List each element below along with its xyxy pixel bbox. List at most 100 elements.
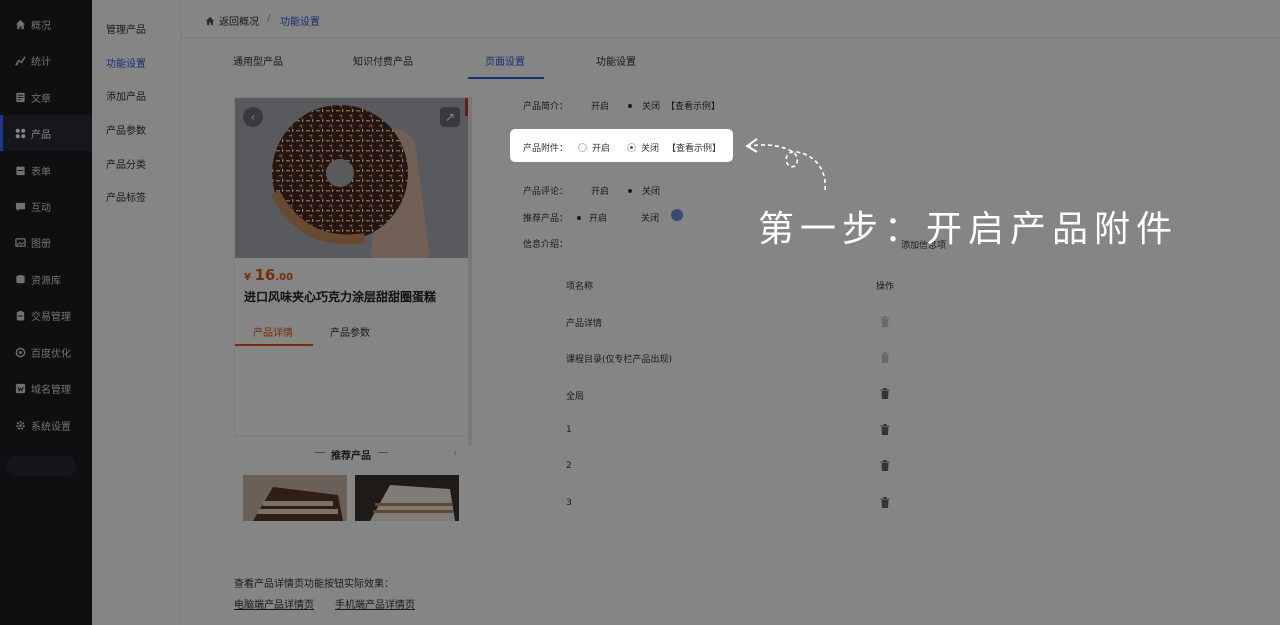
review-off-option[interactable]: 关闭 bbox=[628, 184, 660, 197]
sidebar-collapse-handle[interactable] bbox=[6, 456, 76, 476]
sidebar-item-overview[interactable]: 概况 bbox=[0, 6, 92, 42]
preview-tab-details[interactable]: 产品详情 bbox=[253, 324, 293, 339]
price-integer: 16 bbox=[254, 266, 276, 284]
preview-scrollbar[interactable] bbox=[468, 97, 472, 445]
sidebar-item-products[interactable]: 产品 bbox=[0, 115, 92, 151]
table-row: 全局 bbox=[566, 392, 585, 402]
price-currency: ¥ bbox=[244, 272, 251, 283]
breadcrumb: 返回概况 / 功能设置 bbox=[181, 0, 1280, 38]
sidebar-item-gallery[interactable]: 图册 bbox=[0, 224, 92, 260]
option-label: 关闭 bbox=[642, 187, 661, 197]
form-icon bbox=[14, 164, 26, 176]
preview-tab-params[interactable]: 产品参数 bbox=[330, 324, 370, 339]
trash-icon[interactable] bbox=[880, 388, 890, 399]
recommend-settings-icon[interactable] bbox=[671, 209, 683, 221]
divider bbox=[315, 452, 325, 453]
table-row: 产品详情 bbox=[566, 319, 603, 329]
tab-knowledge-product[interactable]: 知识付费产品 bbox=[353, 53, 413, 68]
option-label: 开启 bbox=[592, 144, 611, 154]
image-icon bbox=[14, 236, 26, 248]
attachment-on-option[interactable]: 开启 bbox=[578, 141, 610, 154]
tab-page-settings[interactable]: 页面设置 bbox=[485, 53, 525, 68]
sidebar-item-label: 表单 bbox=[31, 166, 51, 178]
subnav-item-tags[interactable]: 产品标签 bbox=[106, 189, 146, 204]
sidebar-item-seo[interactable]: 百度优化 bbox=[0, 334, 92, 370]
product-subnav: 管理产品 功能设置 添加产品 产品参数 产品分类 产品标签 bbox=[92, 0, 180, 625]
review-on-option[interactable]: 开启 bbox=[591, 184, 609, 197]
subnav-item-function-settings[interactable]: 功能设置 bbox=[106, 55, 146, 70]
product-title: 进口风味夹心巧克力涂层甜甜圈蛋糕 bbox=[244, 290, 437, 304]
home-icon bbox=[14, 18, 26, 30]
product-image: ‹ ↗ bbox=[235, 98, 470, 258]
main-content: 返回概况 / 功能设置 通用型产品 知识付费产品 页面设置 功能设置 ‹ ↗ ¥… bbox=[180, 0, 1280, 625]
sidebar-item-articles[interactable]: 文章 bbox=[0, 79, 92, 115]
attachment-example-link[interactable]: 【查看示例】 bbox=[667, 141, 721, 154]
sidebar-item-label: 域名管理 bbox=[31, 384, 71, 396]
attachment-label: 产品附件： bbox=[523, 144, 569, 154]
w-icon bbox=[14, 382, 26, 394]
preview-tab-indicator bbox=[235, 344, 313, 346]
sidebar-item-settings[interactable]: 系统设置 bbox=[0, 407, 92, 443]
review-label: 产品评论： bbox=[523, 187, 569, 197]
breadcrumb-separator: / bbox=[267, 13, 271, 24]
back-arrow-icon[interactable]: ‹ bbox=[243, 107, 263, 127]
divider bbox=[378, 452, 388, 453]
sidebar-item-label: 统计 bbox=[31, 56, 51, 68]
target-icon bbox=[14, 346, 26, 358]
sidebar-item-trade[interactable]: 交易管理 bbox=[0, 297, 92, 333]
attachment-off-option[interactable]: 关闭 bbox=[627, 141, 659, 154]
option-label: 关闭 bbox=[641, 214, 660, 224]
pc-detail-link[interactable]: 电脑端产品详情页 bbox=[234, 596, 314, 611]
trash-icon bbox=[880, 316, 890, 327]
option-label: 关闭 bbox=[642, 102, 661, 112]
sidebar-item-forms[interactable]: 表单 bbox=[0, 152, 92, 188]
active-tab-indicator bbox=[468, 77, 544, 79]
subnav-item-manage[interactable]: 管理产品 bbox=[106, 21, 146, 36]
recommend-title: 推荐产品 bbox=[331, 451, 371, 462]
recommend-thumb-1[interactable] bbox=[243, 475, 347, 521]
recommend-label: 推荐产品： bbox=[523, 214, 569, 224]
radio-selected-icon bbox=[627, 143, 636, 152]
home-icon bbox=[205, 16, 215, 25]
sidebar-item-interact[interactable]: 互动 bbox=[0, 188, 92, 224]
sidebar-item-label: 百度优化 bbox=[31, 348, 71, 360]
sidebar-item-label: 文章 bbox=[31, 93, 51, 105]
trash-icon[interactable] bbox=[880, 460, 890, 471]
option-label: 开启 bbox=[589, 214, 608, 224]
donut-image bbox=[235, 98, 470, 258]
sidebar-item-domain[interactable]: 域名管理 bbox=[0, 370, 92, 406]
subnav-item-add[interactable]: 添加产品 bbox=[106, 88, 146, 103]
product-price: ¥ 16.00 bbox=[244, 266, 293, 284]
share-icon[interactable]: ↗ bbox=[440, 107, 460, 127]
recommend-off-option[interactable]: 关闭 bbox=[641, 211, 659, 224]
table-row: 3 bbox=[566, 498, 572, 508]
tab-function-settings[interactable]: 功能设置 bbox=[596, 53, 636, 68]
price-decimal: .00 bbox=[275, 272, 294, 283]
subnav-item-category[interactable]: 产品分类 bbox=[106, 156, 146, 171]
recommend-on-option[interactable]: 开启 bbox=[577, 211, 607, 224]
sidebar-item-label: 系统设置 bbox=[31, 421, 71, 433]
tab-general-product[interactable]: 通用型产品 bbox=[233, 53, 283, 68]
table-header-action: 操作 bbox=[876, 282, 895, 292]
mobile-detail-link[interactable]: 手机端产品详情页 bbox=[335, 596, 415, 611]
breadcrumb-back-label: 返回概况 bbox=[219, 17, 259, 28]
table-row: 2 bbox=[566, 461, 572, 471]
annotation-step-text: 第一步：开启产品附件 bbox=[758, 209, 1179, 250]
highlighted-attachment-setting: 产品附件： 开启 关闭 【查看示例】 bbox=[510, 129, 733, 162]
intro-off-option[interactable]: 关闭 bbox=[628, 99, 660, 112]
chevron-right-icon[interactable]: › bbox=[453, 446, 457, 459]
sidebar-item-label: 交易管理 bbox=[31, 311, 71, 323]
option-label: 开启 bbox=[591, 102, 610, 112]
subnav-item-params[interactable]: 产品参数 bbox=[106, 122, 146, 137]
breadcrumb-back[interactable]: 返回概况 bbox=[205, 13, 259, 28]
grid-icon bbox=[14, 127, 26, 139]
intro-example-link[interactable]: 【查看示例】 bbox=[666, 99, 720, 112]
intro-on-option[interactable]: 开启 bbox=[591, 99, 609, 112]
trash-icon[interactable] bbox=[880, 497, 890, 508]
trash-icon[interactable] bbox=[880, 424, 890, 435]
sidebar-item-label: 资源库 bbox=[31, 275, 61, 287]
sidebar-item-resources[interactable]: 资源库 bbox=[0, 261, 92, 297]
database-icon bbox=[14, 273, 26, 285]
recommend-thumb-2[interactable] bbox=[355, 475, 459, 521]
sidebar-item-stats[interactable]: 统计 bbox=[0, 42, 92, 78]
